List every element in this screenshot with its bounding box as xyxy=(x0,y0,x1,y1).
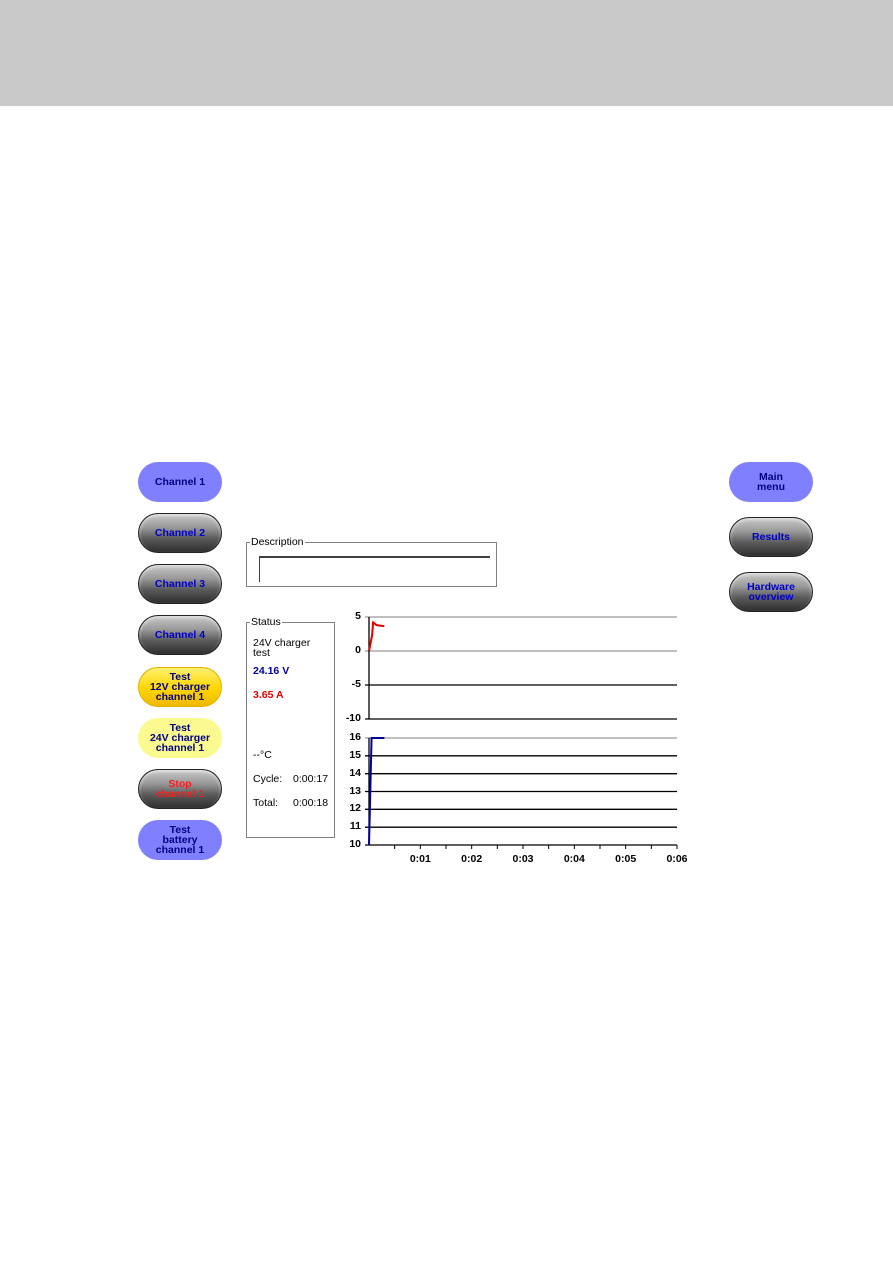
y-tick-label: -10 xyxy=(345,712,361,724)
current-series-line xyxy=(368,620,385,652)
y-tick-label: 11 xyxy=(349,820,361,833)
x-tick-label: 0:05 xyxy=(615,853,637,865)
y-tick-label: 0 xyxy=(355,644,361,656)
chart-svg xyxy=(365,616,678,849)
x-tick-label: 0:06 xyxy=(666,853,688,865)
y-tick-label: 12 xyxy=(349,802,361,815)
y-tick-label: 13 xyxy=(349,784,361,797)
x-tick-label: 0:01 xyxy=(409,853,431,865)
y-tick-label: 5 xyxy=(355,610,361,622)
y-tick-label: 14 xyxy=(349,766,361,779)
x-tick-label: 0:02 xyxy=(461,853,483,865)
y-tick-label: 16 xyxy=(349,731,361,743)
y-tick-label: 10 xyxy=(349,838,361,850)
y-tick-label: 15 xyxy=(349,748,361,761)
y-tick-label: -5 xyxy=(351,678,361,690)
x-tick-label: 0:04 xyxy=(563,853,585,865)
x-tick-label: 0:03 xyxy=(512,853,534,865)
